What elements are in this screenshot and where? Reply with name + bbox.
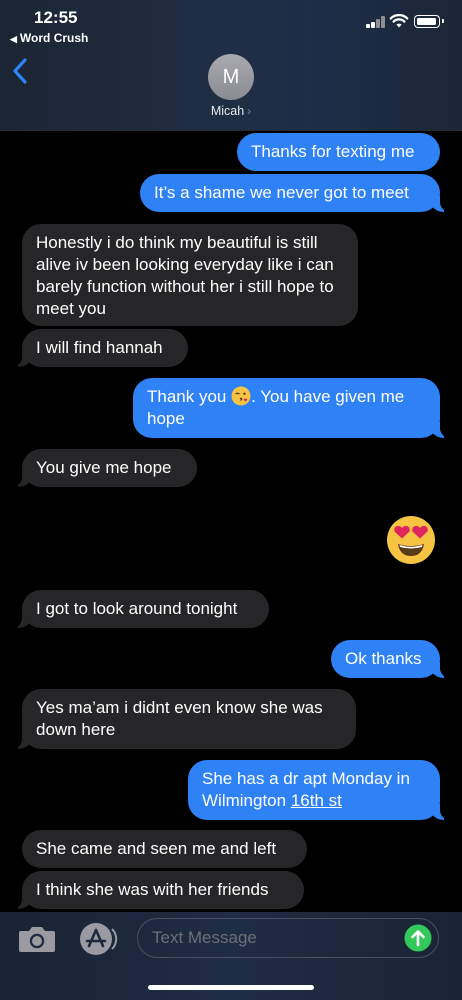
message-bubble-outgoing[interactable]: Ok thanks (331, 640, 450, 678)
chevron-left-icon[interactable] (12, 58, 28, 84)
contact-avatar[interactable]: M (208, 54, 254, 100)
message-bubble-incoming[interactable]: I will find hannah (12, 329, 188, 367)
message-bubble-incoming[interactable]: Honestly i do think my beautiful is stil… (22, 224, 358, 326)
message-text: Yes ma’am i didnt even know she was down… (36, 698, 323, 739)
back-triangle-icon: ◀ (10, 34, 17, 44)
address-link[interactable]: 16th st (291, 791, 342, 810)
message-bubble-outgoing[interactable]: Thanks for texting me (237, 133, 440, 171)
message-text: Thank you . You have given me hope (147, 386, 405, 428)
send-arrow-icon[interactable] (404, 924, 432, 952)
message-text: It’s a shame we never got to meet (154, 183, 409, 202)
chevron-right-icon: › (247, 104, 252, 118)
message-input-container[interactable] (137, 918, 439, 958)
message-text: You give me hope (36, 458, 172, 477)
message-text: Ok thanks (345, 649, 422, 668)
message-text: Thanks for texting me (251, 142, 415, 161)
contact-name-button[interactable]: Micah › (0, 104, 462, 118)
app-store-icon[interactable] (79, 922, 119, 956)
message-text: I got to look around tonight (36, 599, 238, 618)
message-text: She has a dr apt Monday in Wilmington 16… (202, 769, 410, 810)
back-app-label: Word Crush (19, 31, 89, 45)
message-text: Honestly i do think my beautiful is stil… (36, 233, 334, 318)
contact-name: Micah (210, 104, 245, 118)
message-bubble-incoming[interactable]: She came and seen me and left (22, 830, 307, 868)
kissing-face-emoji-icon (231, 386, 251, 406)
camera-icon[interactable] (18, 925, 56, 953)
wifi-icon (389, 14, 409, 28)
message-bubble-incoming[interactable]: I think she was with her friends (12, 871, 304, 909)
message-input[interactable] (152, 919, 402, 956)
message-bubble-incoming[interactable]: Yes ma’am i didnt even know she was down… (12, 689, 356, 749)
battery-icon (414, 15, 444, 28)
message-bubble-outgoing[interactable]: It’s a shame we never got to meet (140, 174, 450, 212)
cellular-signal-icon (366, 15, 386, 28)
message-text: She came and seen me and left (36, 839, 277, 858)
back-to-app-link[interactable]: ◀ Word Crush (10, 31, 88, 45)
status-time: 12:55 (34, 8, 78, 27)
message-text: I think she was with her friends (36, 880, 269, 899)
conversation-header: 12:55 ◀ Word Crush M Micah › (0, 0, 462, 131)
message-text: I will find hannah (36, 338, 163, 357)
heart-eyes-emoji-icon[interactable] (386, 515, 436, 565)
home-indicator[interactable] (148, 985, 314, 990)
message-bubble-incoming[interactable]: I got to look around tonight (12, 590, 269, 628)
message-bubble-outgoing[interactable]: She has a dr apt Monday in Wilmington 16… (188, 760, 450, 820)
message-bubble-incoming[interactable]: You give me hope (12, 449, 197, 487)
message-bubble-outgoing[interactable]: Thank you . You have given me hope (133, 378, 450, 438)
